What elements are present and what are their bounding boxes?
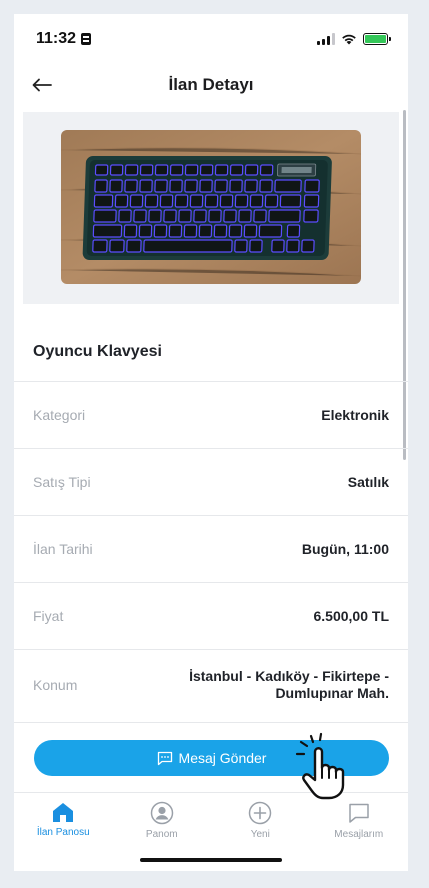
image-gallery[interactable] [23,112,399,304]
tab-yeni[interactable]: Yeni [211,793,310,848]
wifi-icon [342,34,356,45]
location-line-2: Dumlupınar Mah. [275,685,389,701]
status-icons [317,33,391,45]
plus-circle-icon [249,801,272,825]
detail-value: Bugün, 11:00 [301,540,389,557]
detail-label: Fiyat [33,608,64,624]
bottom-tab-bar: İlan Panosu Panom Yeni Mesajlarım [14,792,408,848]
tab-label: İlan Panosu [36,827,90,838]
cellular-signal-icon [317,33,335,45]
home-icon [53,803,74,822]
listing-title-row: Oyuncu Klavyesi [14,322,408,382]
chat-icon [349,803,369,823]
tab-panom[interactable]: Panom [113,793,212,848]
clock: 11:32 [36,30,77,47]
detail-row-date: İlan Tarihi Bugün, 11:00 [14,516,408,583]
user-icon [150,801,173,825]
detail-label: Satış Tipi [33,474,91,490]
location-line-1: İstanbul - Kadıköy - Fikirtepe - [189,668,389,684]
status-time: 11:32 [36,30,92,48]
tab-mesajlarim[interactable]: Mesajlarım [310,793,409,848]
tap-hand-icon [295,732,345,800]
listing-content: Oyuncu Klavyesi Kategori Elektronik Satı… [14,110,408,720]
detail-row-location: Konum İstanbul - Kadıköy - Fikirtepe - D… [14,650,408,720]
page-title: İlan Detayı [168,75,254,94]
status-bar: 11:32 [14,14,408,64]
tab-label: Panom [145,829,178,840]
battery-icon [363,33,391,45]
detail-label: İlan Tarihi [33,541,93,557]
divider [14,722,408,723]
keyboard-photo [61,130,361,284]
tab-label: Mesajlarım [334,829,384,840]
tab-label: Yeni [250,829,270,840]
sim-icon [81,33,92,45]
detail-value: Elektronik [321,406,389,423]
detail-value: Satılık [347,473,389,490]
tab-ilan-panosu[interactable]: İlan Panosu [14,793,113,848]
detail-label: Kategori [33,407,86,423]
header: İlan Detayı [14,64,408,106]
listing-title: Oyuncu Klavyesi [33,342,162,360]
detail-row-sale-type: Satış Tipi Satılık [14,449,408,516]
detail-row-price: Fiyat 6.500,00 TL [14,583,408,650]
send-message-label: Mesaj Gönder [178,750,267,766]
arrow-left-icon [32,78,52,92]
home-indicator [140,858,282,862]
detail-value: 6.500,00 TL [313,607,390,624]
back-button[interactable] [28,71,56,99]
detail-row-category: Kategori Elektronik [14,382,408,449]
message-icon [157,751,172,765]
detail-label: Konum [33,677,78,693]
detail-value: İstanbul - Kadıköy - Fikirtepe - Dumlupı… [189,668,389,702]
